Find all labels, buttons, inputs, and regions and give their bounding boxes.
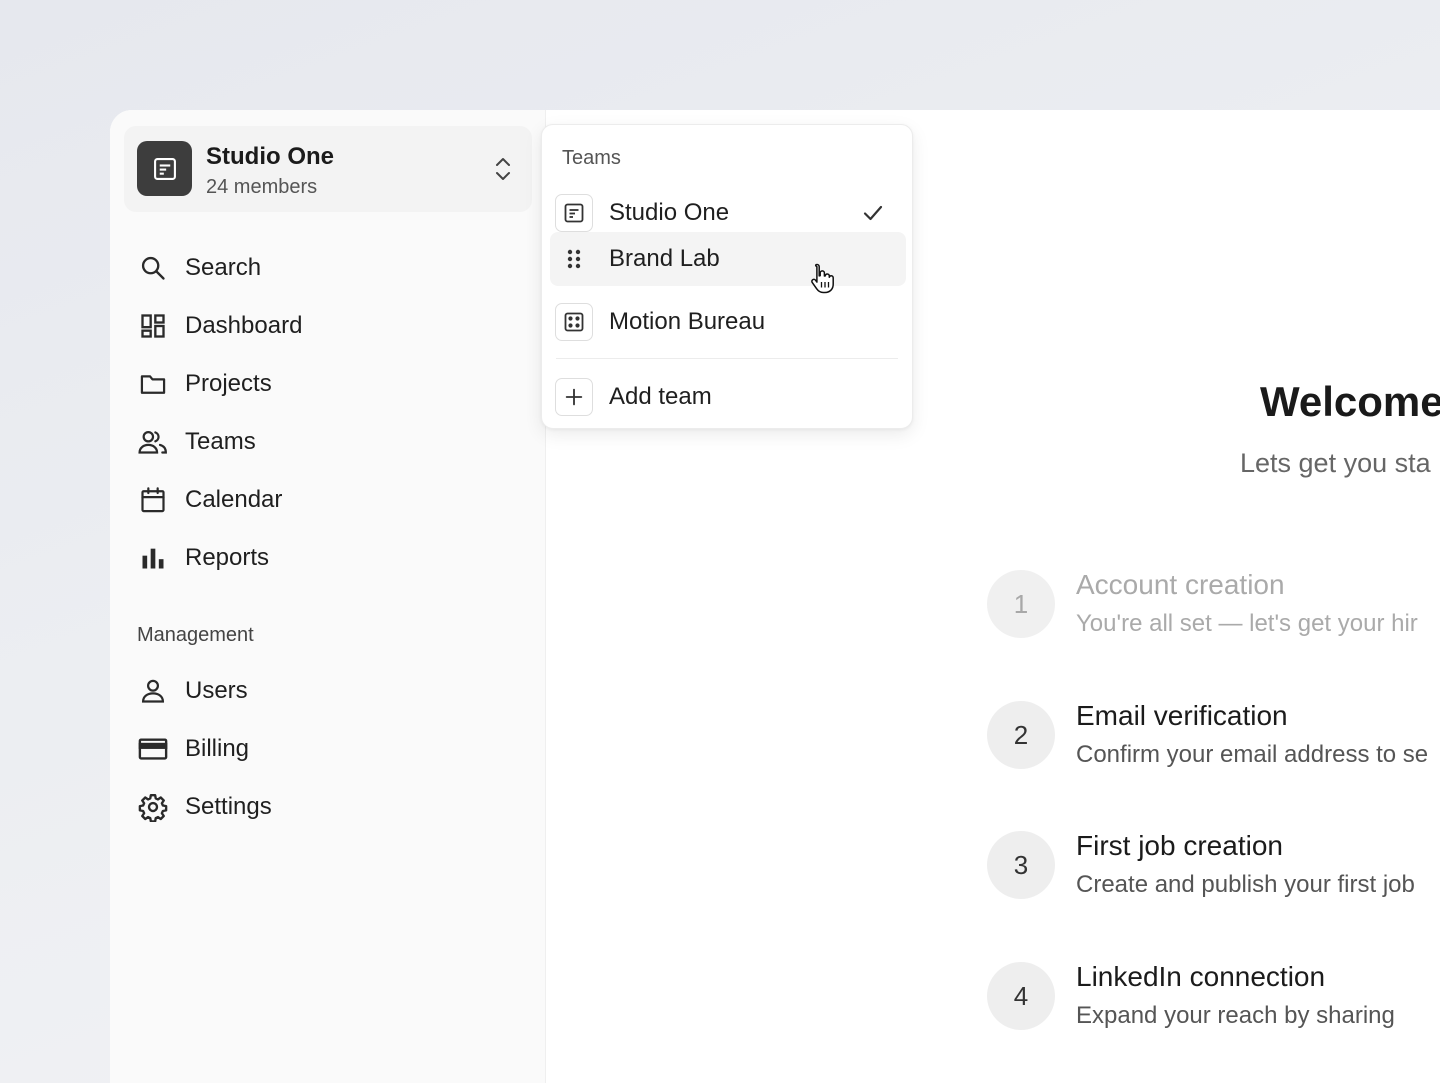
team-dropdown-menu: Teams Studio One Brand Lab Motion Bureau…: [541, 124, 913, 429]
chevron-up-down-icon[interactable]: [492, 154, 514, 184]
document-icon: [153, 157, 176, 180]
nav-item-dashboard[interactable]: Dashboard: [128, 304, 518, 348]
step-number: 1: [987, 570, 1055, 638]
dropdown-divider: [556, 358, 898, 359]
step-title: First job creation: [1076, 830, 1283, 861]
users-icon: [136, 425, 170, 459]
team-name: Studio One: [206, 143, 334, 170]
nav-item-teams[interactable]: Teams: [128, 420, 518, 464]
nav-item-label: Dashboard: [185, 312, 303, 339]
onboarding-step[interactable]: 2 Email verification Confirm your email …: [987, 700, 1440, 771]
welcome-title: Welcome: [1260, 378, 1440, 425]
gear-icon: [136, 790, 170, 824]
credit-card-icon: [136, 732, 170, 766]
nav-item-label: Search: [185, 254, 262, 281]
nav-item-users[interactable]: Users: [128, 669, 518, 713]
hand-cursor-icon: [811, 263, 834, 294]
step-title: LinkedIn connection: [1076, 961, 1326, 992]
step-number: 3: [987, 831, 1055, 899]
team-option-motion-bureau[interactable]: Motion Bureau: [550, 295, 906, 349]
onboarding-step[interactable]: 3 First job creation Create and publish …: [987, 830, 1440, 901]
step-title: Account creation: [1076, 569, 1285, 600]
team-option-brand-lab[interactable]: Brand Lab: [550, 232, 906, 286]
document-icon: [555, 194, 593, 232]
step-description: Confirm your email address to se: [1076, 741, 1429, 768]
nav-item-settings[interactable]: Settings: [128, 785, 518, 829]
drag-handle-icon[interactable]: [555, 240, 593, 278]
step-description: You're all set — let's get your hir: [1076, 610, 1418, 637]
folder-icon: [136, 367, 170, 401]
nav-item-label: Teams: [185, 428, 256, 455]
team-member-count: 24 members: [206, 176, 318, 198]
step-title: Email verification: [1076, 700, 1288, 731]
dropdown-header: Teams: [562, 147, 621, 169]
nav-item-projects[interactable]: Projects: [128, 362, 518, 406]
nav-item-label: Projects: [185, 370, 272, 397]
nav-item-reports[interactable]: Reports: [128, 536, 518, 580]
step-description: Create and publish your first job: [1076, 871, 1415, 898]
dice-icon: [555, 303, 593, 341]
nav-item-label: Settings: [185, 793, 272, 820]
user-icon: [136, 674, 170, 708]
plus-icon: [555, 378, 593, 416]
step-description: Expand your reach by sharing: [1076, 1002, 1395, 1029]
team-option-label: Motion Bureau: [609, 308, 766, 335]
nav-item-label: Billing: [185, 735, 250, 762]
team-switcher[interactable]: Studio One 24 members: [124, 126, 532, 212]
nav-item-label: Calendar: [185, 486, 283, 513]
calendar-icon: [136, 483, 170, 517]
onboarding-step[interactable]: 4 LinkedIn connection Expand your reach …: [987, 961, 1440, 1032]
nav-item-label: Users: [185, 677, 248, 704]
dashboard-icon: [136, 309, 170, 343]
welcome-subtitle: Lets get you sta: [1240, 448, 1431, 478]
nav-item-search[interactable]: Search: [128, 246, 518, 290]
team-option-label: Studio One: [609, 199, 730, 226]
checkmark-icon: [863, 205, 883, 221]
management-section-label: Management: [137, 624, 254, 646]
nav-item-billing[interactable]: Billing: [128, 727, 518, 771]
search-icon: [136, 251, 170, 285]
step-number: 2: [987, 701, 1055, 769]
team-option-label: Brand Lab: [609, 245, 720, 272]
add-team-button[interactable]: Add team: [550, 370, 906, 424]
add-team-label: Add team: [609, 383, 712, 410]
nav-item-calendar[interactable]: Calendar: [128, 478, 518, 522]
step-number: 4: [987, 962, 1055, 1030]
nav-item-label: Reports: [185, 544, 270, 571]
bar-chart-icon: [136, 541, 170, 575]
team-logo: [137, 141, 192, 196]
sidebar: Studio One 24 members Search Dashboard P…: [110, 110, 546, 1083]
onboarding-step[interactable]: 1 Account creation You're all set — let'…: [987, 569, 1440, 640]
